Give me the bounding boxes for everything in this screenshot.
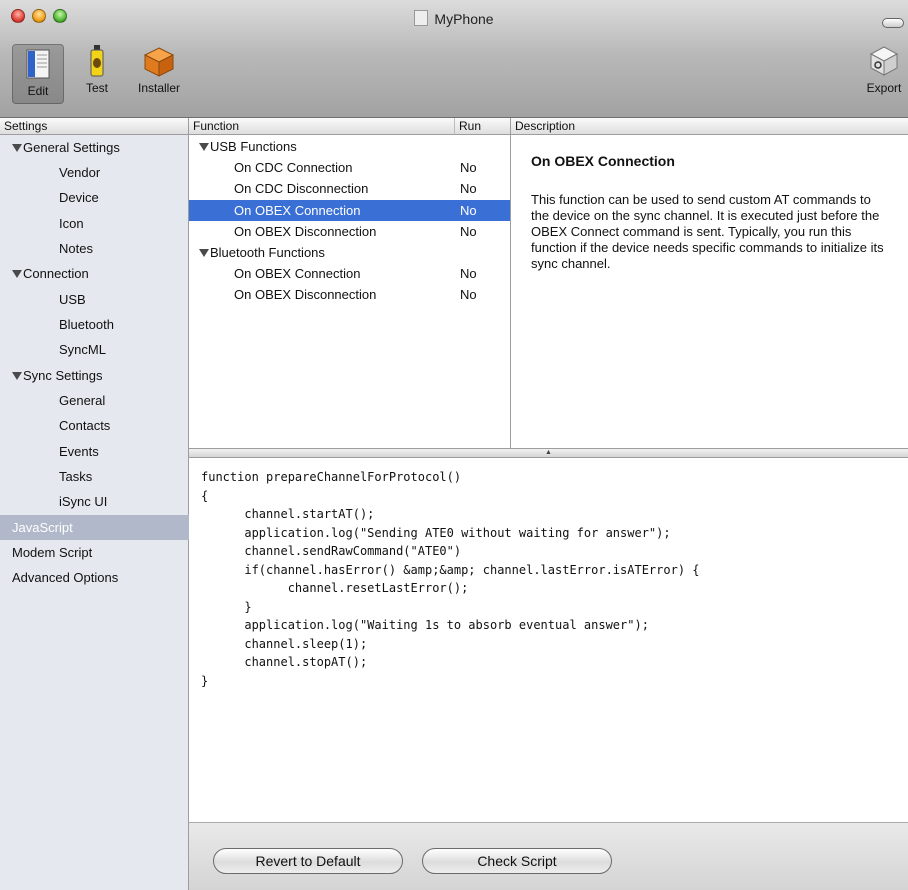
function-name: On OBEX Disconnection <box>234 224 377 239</box>
sidebar-item-label: General <box>59 393 106 408</box>
sidebar-item-label: Contacts <box>59 418 111 433</box>
edit-tool-label: Edit <box>27 84 49 98</box>
sidebar-item-label: JavaScript <box>12 520 73 535</box>
run-column-header[interactable]: Run <box>455 118 511 135</box>
script-editor[interactable]: function prepareChannelForProtocol() { c… <box>189 458 908 822</box>
function-run-value: No <box>460 287 477 302</box>
function-group-bluetooth[interactable]: Bluetooth Functions <box>189 242 510 263</box>
chevron-up-icon: ▲ <box>545 449 552 456</box>
bottom-button-bar: Revert to Default Check Script <box>189 822 908 890</box>
sidebar-item-label: USB <box>59 292 86 307</box>
edit-icon <box>21 47 55 81</box>
function-name: On OBEX Connection <box>234 203 361 218</box>
function-name: On CDC Disconnection <box>234 181 369 196</box>
function-name: On CDC Connection <box>234 160 353 175</box>
sidebar-item-label: iSync UI <box>59 494 108 509</box>
sidebar-item-label: Connection <box>23 266 89 281</box>
sidebar-group-connection[interactable]: Connection <box>0 261 200 286</box>
function-column-header[interactable]: Function <box>189 118 455 135</box>
check-script-button[interactable]: Check Script <box>422 848 612 874</box>
export-tool-label: Export <box>866 81 902 95</box>
function-run-value: No <box>460 266 477 281</box>
function-row[interactable]: On OBEX Connection No <box>189 263 510 284</box>
function-run-value: No <box>460 203 477 218</box>
installer-tool-label: Installer <box>137 81 181 95</box>
disclosure-triangle-icon[interactable] <box>199 249 209 257</box>
document-proxy-icon[interactable] <box>414 10 429 26</box>
description-body: This function can be used to send custom… <box>531 192 884 271</box>
window-title: MyPhone <box>0 10 908 27</box>
function-list: USB Functions On CDC Connection No On CDC… <box>189 135 511 448</box>
run-header-label: Run <box>459 119 482 133</box>
test-tool-label: Test <box>85 81 108 95</box>
bug-spray-icon <box>80 44 114 78</box>
package-icon <box>142 44 176 78</box>
disclosure-triangle-icon[interactable] <box>12 144 22 152</box>
revert-to-default-button[interactable]: Revert to Default <box>213 848 403 874</box>
sidebar-item-label: Bluetooth <box>59 317 114 332</box>
function-row[interactable]: On OBEX Disconnection No <box>189 284 510 305</box>
sidebar-item-advanced-options[interactable]: Advanced Options <box>0 565 200 590</box>
description-column-header: Description <box>511 118 908 135</box>
disclosure-triangle-icon[interactable] <box>12 372 22 380</box>
sidebar-item-label: Vendor <box>59 165 101 180</box>
sidebar-group-sync-settings[interactable]: Sync Settings <box>0 363 200 388</box>
disclosure-triangle-icon[interactable] <box>199 143 209 151</box>
script-code-text[interactable]: function prepareChannelForProtocol() { c… <box>201 468 700 690</box>
function-row[interactable]: On CDC Connection No <box>189 157 510 178</box>
function-name: On OBEX Connection <box>234 266 361 281</box>
export-cube-icon <box>867 44 901 78</box>
export-tool-button[interactable]: Export <box>862 44 906 95</box>
sidebar-item-label: Notes <box>59 241 93 256</box>
app-window: MyPhone Edit Test Installer Export Setti… <box>0 0 908 890</box>
function-header-label: Function <box>193 119 240 133</box>
sidebar-item-modem-script[interactable]: Modem Script <box>0 540 200 565</box>
sidebar-group-general-settings[interactable]: General Settings <box>0 135 200 160</box>
function-run-value: No <box>460 160 477 175</box>
sidebar-item-label: General Settings <box>23 140 120 155</box>
function-row[interactable]: On CDC Disconnection No <box>189 178 510 199</box>
test-tool-button[interactable]: Test <box>75 44 119 95</box>
function-run-value: No <box>460 181 477 196</box>
sidebar-item-label: Advanced Options <box>12 570 119 585</box>
sidebar-item-label: SyncML <box>59 342 106 357</box>
sidebar-item-label: Icon <box>59 216 84 231</box>
installer-tool-button[interactable]: Installer <box>129 44 189 95</box>
sidebar-item-label: Modem Script <box>12 545 93 560</box>
function-name: USB Functions <box>210 139 297 154</box>
function-name: Bluetooth Functions <box>210 245 325 260</box>
edit-tool-button[interactable]: Edit <box>12 44 64 104</box>
function-run-value: No <box>460 224 477 239</box>
sidebar-item-label: Tasks <box>59 469 93 484</box>
sidebar-item-label: Events <box>59 444 99 459</box>
function-row-selected[interactable]: On OBEX Connection No <box>189 200 510 221</box>
function-name: On OBEX Disconnection <box>234 287 377 302</box>
unified-toolbar: MyPhone Edit Test Installer Export <box>0 0 908 118</box>
description-header-label: Description <box>515 119 576 133</box>
settings-sidebar: General Settings Vendor Device Icon Note… <box>0 135 200 890</box>
sidebar-item-javascript[interactable]: JavaScript <box>0 515 200 540</box>
sidebar-item-label: Device <box>59 190 99 205</box>
toolbar-toggle-button[interactable] <box>882 18 904 28</box>
window-title-text: MyPhone <box>434 11 494 27</box>
description-pane: On OBEX Connection This function can be … <box>511 135 908 448</box>
settings-header-label: Settings <box>4 119 48 133</box>
settings-column-header[interactable]: Settings <box>0 118 189 135</box>
split-view-divider[interactable]: ▲ <box>189 448 908 458</box>
function-group-usb[interactable]: USB Functions <box>189 136 510 157</box>
description-title: On OBEX Connection <box>531 153 675 169</box>
sidebar-item-label: Sync Settings <box>23 368 103 383</box>
disclosure-triangle-icon[interactable] <box>12 270 22 278</box>
function-row[interactable]: On OBEX Disconnection No <box>189 221 510 242</box>
